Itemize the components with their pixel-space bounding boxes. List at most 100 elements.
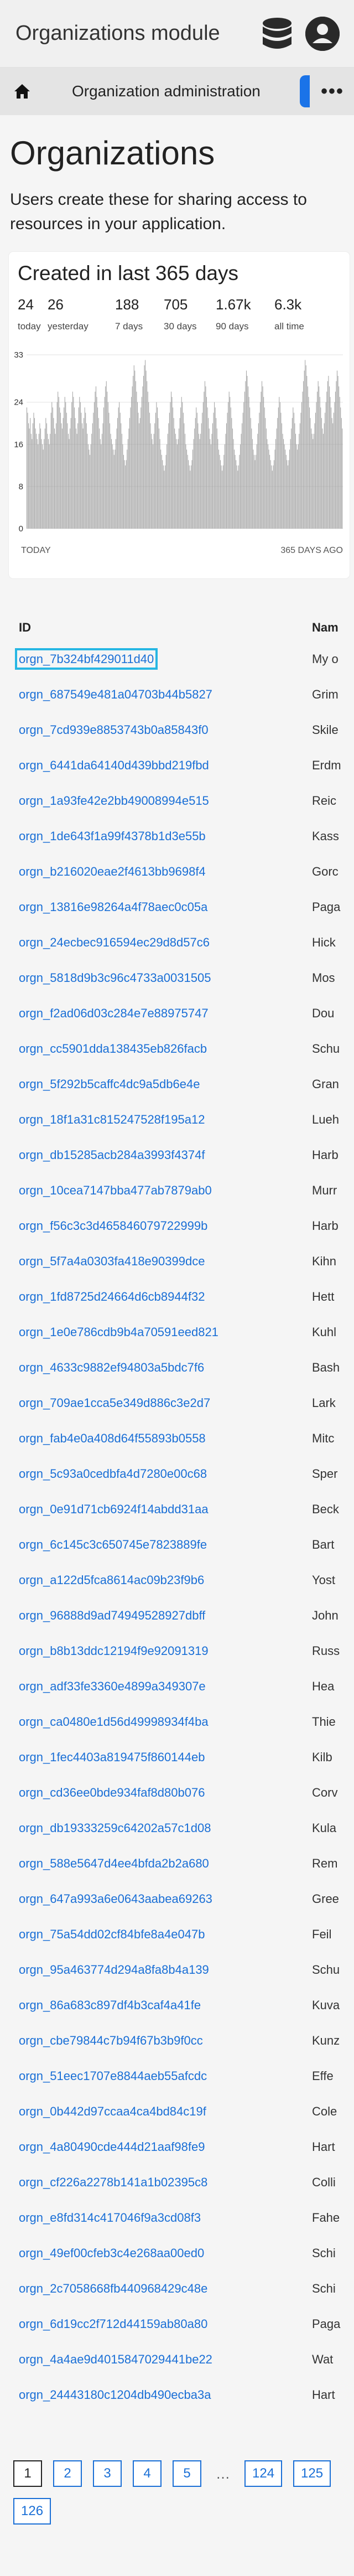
- table-row[interactable]: orgn_fab4e0a408d64f55893b0558 Mitc: [9, 1421, 345, 1456]
- chart-bar[interactable]: [43, 449, 44, 529]
- org-id-text[interactable]: orgn_13816e98264a4f78aec0c05a: [19, 900, 207, 914]
- org-id-link[interactable]: orgn_db15285acb284a3993f4374f: [9, 1148, 312, 1162]
- chart-bar[interactable]: [249, 407, 251, 529]
- chart-bar[interactable]: [93, 402, 95, 529]
- org-id-link[interactable]: orgn_18f1a31c815247528f195a12: [9, 1113, 312, 1127]
- org-id-link[interactable]: orgn_cc5901dda138435eb826facb: [9, 1042, 312, 1056]
- org-id-text[interactable]: orgn_6d19cc2f712d44159ab80a80: [19, 2317, 207, 2331]
- chart-bar[interactable]: [316, 402, 317, 529]
- chart-bar[interactable]: [251, 428, 252, 529]
- chart-bar[interactable]: [188, 460, 189, 529]
- chart-bar[interactable]: [254, 460, 256, 529]
- org-id-link[interactable]: orgn_1de643f1a99f4378b1d3e55b: [9, 829, 312, 844]
- chart-bar[interactable]: [239, 454, 240, 529]
- org-id-link[interactable]: orgn_6441da64140d439bbd219fbd: [9, 758, 312, 773]
- table-row[interactable]: orgn_1fd8725d24664d6cb8944f32 Hett: [9, 1279, 345, 1315]
- table-row[interactable]: orgn_cc5901dda138435eb826facb Schu: [9, 1031, 345, 1067]
- chart-bar[interactable]: [154, 423, 155, 529]
- column-header-id[interactable]: ID: [9, 620, 312, 635]
- org-id-text[interactable]: orgn_709ae1cca5e349d886c3e2d7: [19, 1396, 210, 1410]
- chart-bar[interactable]: [45, 418, 46, 529]
- table-row[interactable]: orgn_86a683c897df4b3caf4a41fe Kuva: [9, 1988, 345, 2023]
- table-row[interactable]: orgn_588e5647d4ee4bfda2b2a680 Rem: [9, 1846, 345, 1881]
- org-id-link[interactable]: orgn_5f7a4a0303fa418e90399dce: [9, 1254, 312, 1269]
- org-id-text[interactable]: orgn_24443180c1204db490ecba3a: [19, 2388, 211, 2402]
- org-id-link[interactable]: orgn_75a54dd02cf84bfe8a4e047b: [9, 1927, 312, 1942]
- chart-bar[interactable]: [266, 428, 267, 529]
- chart-bar[interactable]: [183, 412, 184, 529]
- chart-bar[interactable]: [54, 428, 55, 529]
- breadcrumb-current[interactable]: Organization administration: [72, 82, 261, 100]
- chart-bar[interactable]: [211, 433, 212, 529]
- org-id-link[interactable]: orgn_5c93a0cedbfa4d7280e00c68: [9, 1467, 312, 1481]
- chart-bar[interactable]: [324, 423, 325, 529]
- chart-bar[interactable]: [261, 391, 262, 529]
- table-row[interactable]: orgn_1e0e786cdb9b4a70591eed821 Kuhl: [9, 1315, 345, 1350]
- chart-bar[interactable]: [223, 454, 225, 529]
- org-id-text[interactable]: orgn_ca0480e1d56d49998934f4ba: [19, 1715, 209, 1729]
- org-id-link[interactable]: orgn_0b442d97ccaa4ca4bd84c19f: [9, 2104, 312, 2119]
- chart-bar[interactable]: [294, 423, 295, 529]
- chart-bar[interactable]: [136, 391, 137, 529]
- chart-bar[interactable]: [160, 449, 162, 529]
- chart-bar[interactable]: [233, 439, 234, 529]
- chart-bar[interactable]: [129, 418, 130, 529]
- page-button[interactable]: 4: [133, 2460, 162, 2487]
- chart-bar[interactable]: [257, 433, 258, 529]
- chart-bar[interactable]: [235, 454, 236, 529]
- chart-bar[interactable]: [157, 407, 158, 529]
- chart-bar[interactable]: [189, 465, 190, 529]
- org-id-link[interactable]: orgn_f2ad06d03c284e7e88975747: [9, 1006, 312, 1021]
- chart-bar[interactable]: [118, 407, 119, 529]
- chart-bar[interactable]: [208, 418, 209, 529]
- chart-bar[interactable]: [88, 449, 90, 529]
- chart-bar[interactable]: [36, 433, 37, 529]
- chart-bar[interactable]: [143, 376, 144, 529]
- chart-bar[interactable]: [158, 418, 159, 529]
- org-id-text[interactable]: orgn_51eec1707e8844aeb55afcdc: [19, 2069, 207, 2083]
- org-id-text[interactable]: orgn_e8fd314c417046f9a3cd08f3: [19, 2211, 201, 2225]
- chart-bar[interactable]: [264, 407, 265, 529]
- org-id-link[interactable]: orgn_51eec1707e8844aeb55afcdc: [9, 2069, 312, 2083]
- chart-bar[interactable]: [186, 449, 188, 529]
- chart-bar[interactable]: [86, 423, 87, 529]
- chart-bar[interactable]: [271, 465, 272, 529]
- table-row[interactable]: orgn_95a463774d294a8fa8b4a139 Schu: [9, 1952, 345, 1988]
- table-row[interactable]: orgn_db19333259c64202a57c1d08 Kula: [9, 1811, 345, 1846]
- chart-bar[interactable]: [138, 412, 139, 529]
- chart-bar[interactable]: [75, 418, 76, 529]
- table-row[interactable]: orgn_f56c3c3d465846079722999b Harb: [9, 1208, 345, 1244]
- org-id-link[interactable]: orgn_24443180c1204db490ecba3a: [9, 2388, 312, 2402]
- org-id-text[interactable]: orgn_5f7a4a0303fa418e90399dce: [19, 1254, 205, 1268]
- chart-bar[interactable]: [174, 428, 175, 529]
- org-id-text[interactable]: orgn_4633c9882ef94803a5bdc7f6: [19, 1361, 204, 1374]
- table-row[interactable]: orgn_e8fd314c417046f9a3cd08f3 Fahe: [9, 2200, 345, 2236]
- chart-bar[interactable]: [209, 428, 210, 529]
- org-id-text[interactable]: orgn_db19333259c64202a57c1d08: [19, 1821, 211, 1835]
- chart-bar[interactable]: [337, 376, 339, 529]
- chart-bar[interactable]: [51, 402, 53, 529]
- chart-bar[interactable]: [258, 423, 259, 529]
- chart-bar[interactable]: [131, 397, 132, 529]
- chart-bar[interactable]: [232, 428, 233, 529]
- org-id-link[interactable]: orgn_1fd8725d24664d6cb8944f32: [9, 1290, 312, 1304]
- chart-bar[interactable]: [119, 412, 121, 529]
- org-id-link[interactable]: orgn_13816e98264a4f78aec0c05a: [9, 900, 312, 914]
- table-row[interactable]: orgn_1de643f1a99f4378b1d3e55b Kass: [9, 819, 345, 854]
- table-row[interactable]: orgn_4a4ae9d4015847029441be22 Wat: [9, 2342, 345, 2377]
- chart-bar[interactable]: [122, 444, 123, 529]
- org-id-text[interactable]: orgn_588e5647d4ee4bfda2b2a680: [19, 1856, 209, 1870]
- table-row[interactable]: orgn_0b442d97ccaa4ca4bd84c19f Cole: [9, 2094, 345, 2129]
- chart-bar[interactable]: [53, 418, 54, 529]
- chart-bar[interactable]: [166, 444, 168, 529]
- chart-bar[interactable]: [91, 433, 92, 529]
- org-id-text[interactable]: orgn_86a683c897df4b3caf4a41fe: [19, 1998, 201, 2012]
- org-id-text[interactable]: orgn_cf226a2278b141a1b02395c8: [19, 2175, 207, 2189]
- page-button[interactable]: 125: [293, 2460, 331, 2487]
- chart-bar[interactable]: [126, 460, 127, 529]
- user-icon[interactable]: [305, 17, 340, 51]
- chart-bar[interactable]: [246, 370, 247, 529]
- chart-bar[interactable]: [300, 412, 301, 529]
- home-icon[interactable]: [0, 68, 44, 115]
- chart-bar[interactable]: [217, 439, 218, 529]
